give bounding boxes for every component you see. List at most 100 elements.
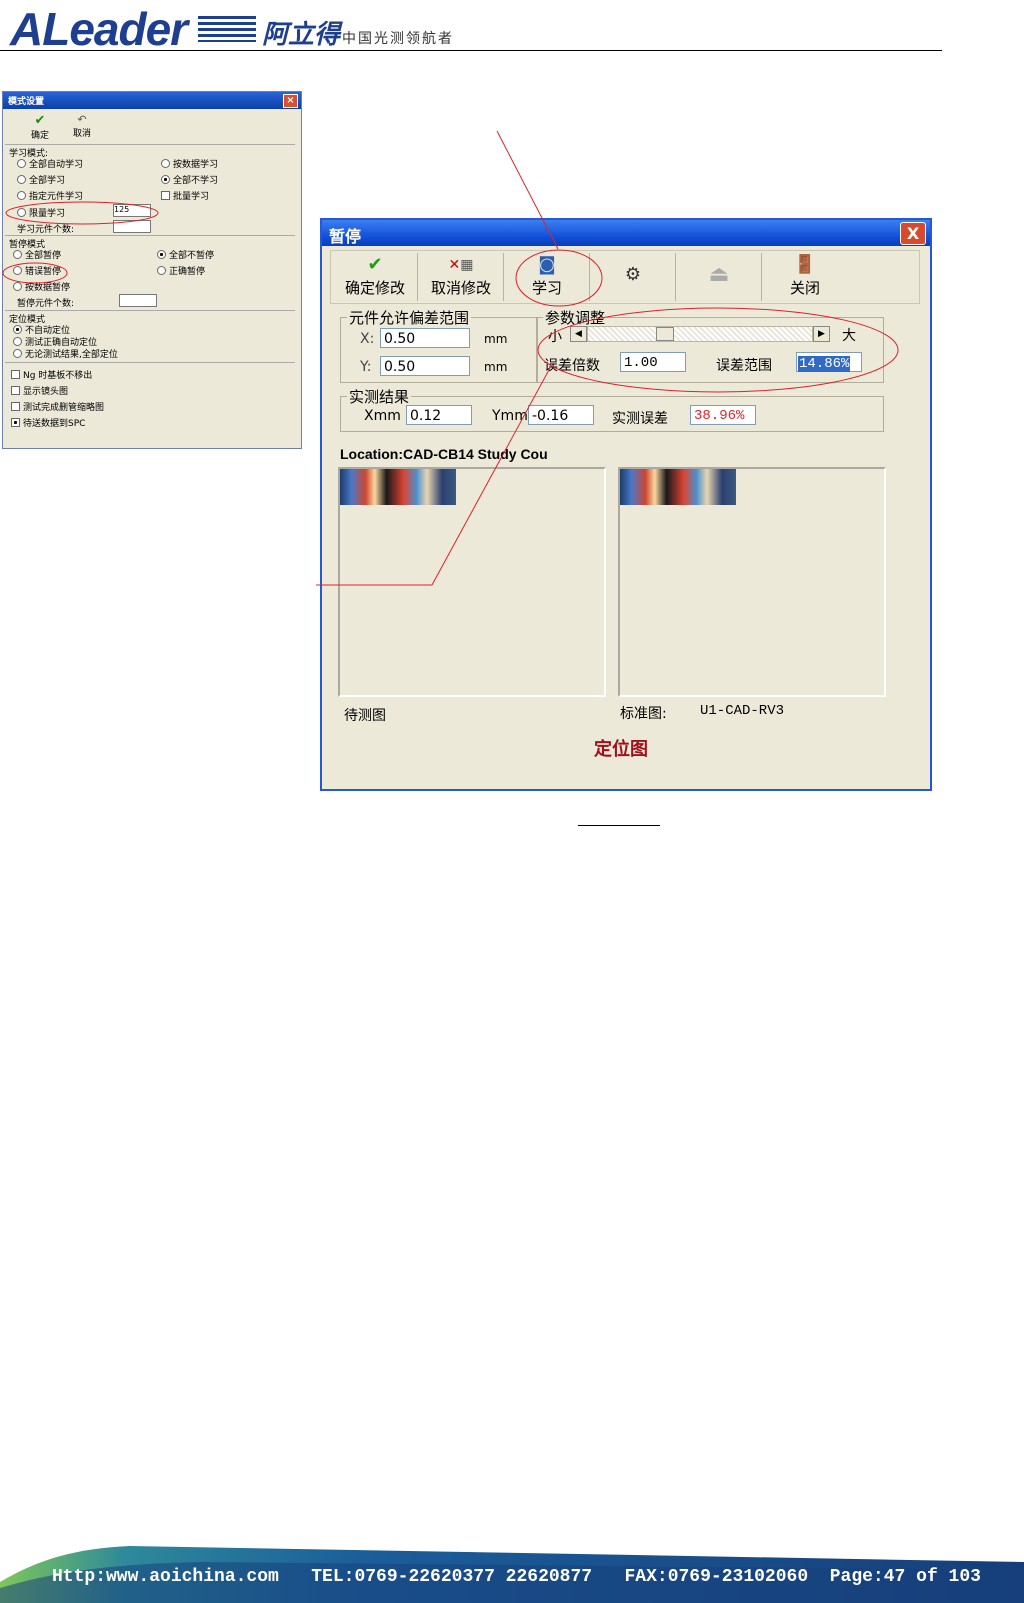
settings-button[interactable]: ⚙: [591, 253, 676, 301]
header-divider: [0, 50, 942, 51]
radio-pause-error[interactable]: 错误暂停: [13, 264, 61, 277]
learn-button[interactable]: ◙ 学习: [505, 253, 590, 301]
confirm-modify-button[interactable]: ✔ 确定修改: [333, 253, 418, 301]
separator: [5, 310, 295, 311]
cancel-label: 取消修改: [430, 279, 491, 297]
tol-y-label: Y:: [360, 359, 372, 375]
multiplier-input[interactable]: 1.00: [620, 352, 686, 372]
result-err-label: 实测误差: [612, 411, 668, 427]
slider-left-button[interactable]: ◀: [570, 326, 587, 342]
check-icon: ✔: [34, 113, 46, 128]
separator: [5, 362, 295, 363]
radio-label: 全部学习: [29, 176, 66, 186]
slider-max-label: 大: [842, 328, 856, 344]
tol-y-unit: mm: [484, 360, 508, 374]
pause-dialog: 暂停 X ✔ 确定修改 ✕▦ 取消修改 ◙ 学习 ⚙ ⏏ 🚪 关闭 元件允许偏差…: [320, 218, 932, 791]
mode-ok-label: 确定: [30, 131, 49, 141]
check-label: 批量学习: [173, 192, 210, 202]
mode-title: 模式设置: [8, 97, 45, 107]
radio-pause-correct[interactable]: 正确暂停: [157, 264, 205, 277]
params-legend: 参数调整: [545, 309, 606, 327]
standard-image-name: U1-CAD-RV3: [700, 703, 785, 719]
learn-icon: ◙: [538, 254, 556, 275]
pause-titlebar: 暂停 X: [322, 220, 930, 246]
radio-learn-auto[interactable]: 全部自动学习: [17, 157, 83, 170]
limit-learn-spinner[interactable]: 125: [113, 204, 151, 217]
logo-stripes-icon: [198, 16, 256, 42]
range-input[interactable]: 14.86%: [796, 352, 862, 372]
param-slider[interactable]: [587, 326, 813, 342]
eject-button[interactable]: ⏏: [677, 253, 762, 301]
radio-learn-all[interactable]: 全部学习: [17, 173, 65, 186]
check-show-lens[interactable]: 显示镜头图: [11, 384, 68, 397]
check-icon: ✔: [367, 254, 383, 275]
standard-image-pane: [618, 467, 886, 697]
mode-ok-button[interactable]: ✔ 确定: [27, 113, 53, 141]
check-batch-learn[interactable]: 批量学习: [161, 189, 209, 202]
slider-right-button[interactable]: ▶: [813, 326, 830, 342]
radio-learn-none[interactable]: 全部不学习: [161, 173, 218, 186]
radio-label: 按数据暂停: [25, 283, 71, 293]
cancel-modify-button[interactable]: ✕▦ 取消修改: [419, 253, 504, 301]
eject-icon: ⏏: [708, 262, 730, 287]
mode-close-button[interactable]: ×: [283, 94, 298, 108]
radio-label: 无论测试结果,全部定位: [25, 350, 118, 360]
tol-y-input[interactable]: 0.50: [380, 356, 470, 376]
standard-image-caption: 标准图:: [620, 706, 667, 722]
footer-contact: Http:www.aoichina.com TEL:0769-22620377 …: [52, 1567, 981, 1587]
pause-close-button[interactable]: X: [900, 222, 926, 245]
radio-label: 正确暂停: [169, 267, 206, 277]
result-x-label: Xmm: [364, 408, 401, 424]
brand-cn: 阿立得: [262, 20, 341, 50]
learn-label: 学习: [531, 279, 562, 297]
check-label: 待送数据到SPC: [23, 419, 86, 429]
result-legend: 实测结果: [349, 388, 410, 406]
separator: [5, 235, 295, 236]
pause-count-spinner[interactable]: [119, 294, 157, 307]
radio-pause-all[interactable]: 全部暂停: [13, 248, 61, 261]
check-label: 显示镜头图: [23, 387, 69, 397]
radio-pause-none[interactable]: 全部不暂停: [157, 248, 214, 261]
radio-learn-specified[interactable]: 指定元件学习: [17, 189, 83, 202]
result-y-value[interactable]: -0.16: [528, 405, 594, 425]
test-image-caption: 待测图: [344, 708, 386, 724]
locate-image-title: 定位图: [594, 739, 648, 760]
cancel-grid-icon: ✕▦: [448, 257, 474, 273]
check-send-spc[interactable]: 待送数据到SPC: [11, 416, 85, 429]
result-y-label: Ymm: [492, 408, 528, 424]
radio-label: 限量学习: [29, 209, 66, 219]
pause-title: 暂停: [329, 227, 362, 246]
tol-x-unit: mm: [484, 332, 508, 346]
brand-logo: ALeader: [10, 3, 188, 55]
pause-count-label: 暂停元件个数:: [17, 299, 75, 309]
mode-cancel-button[interactable]: ↶ 取消: [69, 113, 95, 139]
gear-icon: ⚙: [624, 264, 642, 285]
result-err-value[interactable]: 38.96%: [690, 405, 756, 425]
learn-count-label: 学习元件个数:: [17, 225, 75, 235]
pause-toolbar: ✔ 确定修改 ✕▦ 取消修改 ◙ 学习 ⚙ ⏏ 🚪 关闭: [330, 250, 920, 304]
radio-learn-by-data[interactable]: 按数据学习: [161, 157, 218, 170]
radio-pause-by-data[interactable]: 按数据暂停: [13, 280, 70, 293]
slider-thumb[interactable]: [656, 327, 674, 341]
radio-locate-all[interactable]: 无论测试结果,全部定位: [13, 347, 118, 360]
close-label: 关闭: [789, 279, 820, 297]
tol-x-input[interactable]: 0.50: [380, 328, 470, 348]
result-x-value[interactable]: 0.12: [406, 405, 472, 425]
tol-x-label: X:: [360, 331, 375, 347]
test-image-pane: [338, 467, 606, 697]
mode-cancel-label: 取消: [72, 129, 91, 139]
range-label: 误差范围: [716, 358, 772, 374]
door-exit-icon: 🚪: [793, 254, 817, 275]
check-delete-thumbnails[interactable]: 测试完成删管缩略图: [11, 400, 104, 413]
learn-count-spinner[interactable]: [113, 220, 151, 233]
check-ng-no-eject[interactable]: Ng 时基板不移出: [11, 368, 92, 381]
multiplier-label: 误差倍数: [544, 358, 600, 374]
location-label: Location:CAD-CB14 Study Cou: [340, 446, 548, 462]
range-value: 14.86%: [798, 356, 851, 372]
mode-settings-dialog: 模式设置 × ✔ 确定 ↶ 取消 学习模式: 全部自动学习 按数据学习 全部学习…: [2, 91, 302, 449]
radio-label: 错误暂停: [25, 267, 62, 277]
close-button[interactable]: 🚪 关闭: [763, 253, 847, 301]
radio-learn-limited[interactable]: 限量学习: [17, 206, 65, 219]
mode-titlebar: 模式设置 ×: [3, 92, 301, 109]
standard-image-thumbnail: [620, 469, 736, 505]
